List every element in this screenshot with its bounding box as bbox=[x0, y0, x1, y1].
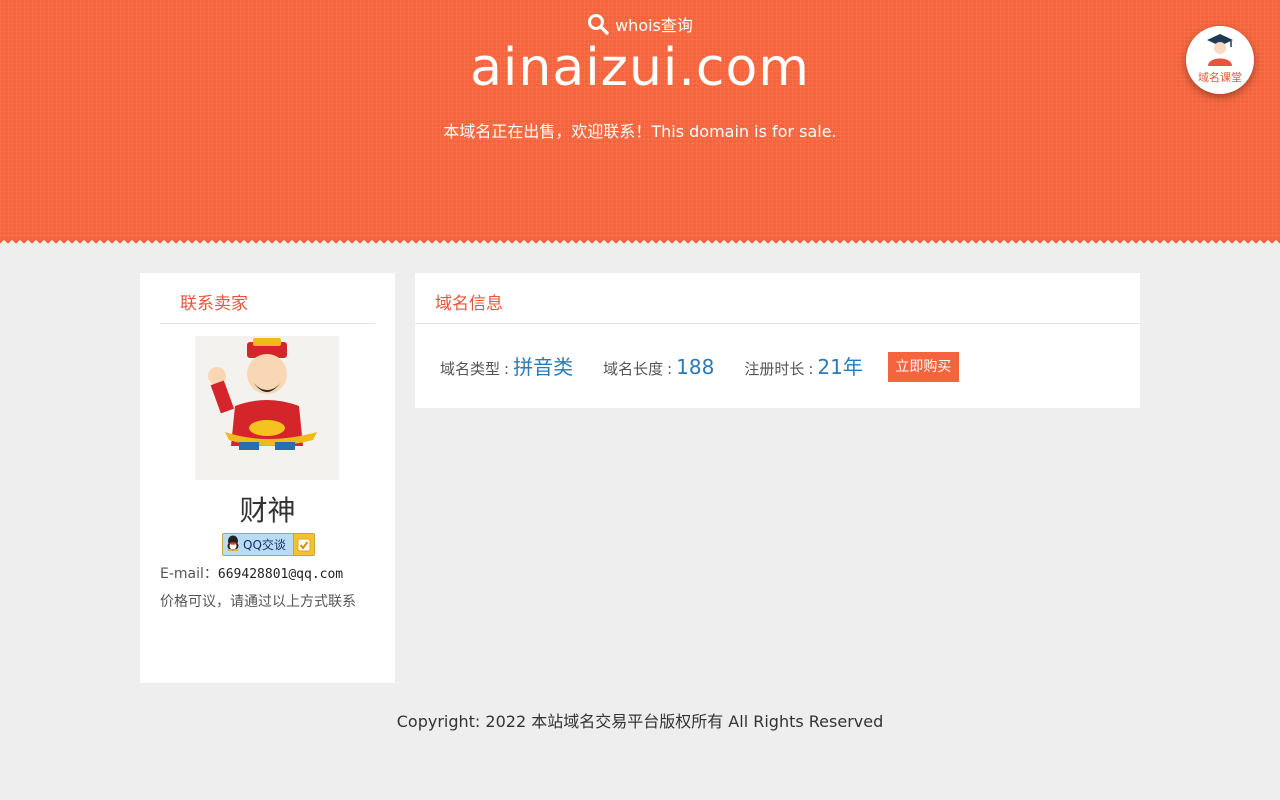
check-icon bbox=[293, 534, 314, 555]
seller-avatar bbox=[195, 336, 339, 480]
whois-label[interactable]: whois查询 bbox=[615, 12, 693, 36]
footer-copyright: Copyright: 2022 本站域名交易平台版权所有 All Rights … bbox=[396, 712, 884, 731]
header-zigzag-edge bbox=[0, 238, 1280, 248]
contact-note: 价格可议，请通过以上方式联系 bbox=[160, 594, 356, 610]
info-item-type: 域名类型 : 拼音类 bbox=[440, 351, 573, 380]
domain-class-label[interactable]: 域名课堂 bbox=[1198, 69, 1242, 85]
info-separator: : bbox=[808, 360, 814, 378]
domain-info-panel: 域名信息 域名类型 : 拼音类 域名长度 : 188 注册时长 : 21年 立即… bbox=[415, 273, 1140, 408]
email-address[interactable]: 669428801@qq.com bbox=[218, 567, 343, 582]
info-value: 188 bbox=[676, 355, 715, 379]
divider bbox=[160, 323, 375, 324]
info-value: 拼音类 bbox=[513, 355, 574, 379]
sale-notice: 本域名正在出售，欢迎联系！This domain is for sale. bbox=[443, 122, 837, 141]
email-label: E-mail： bbox=[160, 566, 218, 582]
info-separator: : bbox=[504, 360, 510, 378]
qq-chat-button[interactable]: QQ交谈 bbox=[222, 533, 315, 556]
search-icon bbox=[587, 13, 609, 35]
domain-title: ainaizui.com bbox=[470, 38, 810, 98]
qq-penguin-icon bbox=[226, 535, 240, 554]
divider bbox=[415, 323, 1140, 324]
whois-link[interactable]: whois查询 bbox=[0, 12, 1280, 36]
seller-panel-title: 联系卖家 bbox=[180, 294, 248, 314]
info-value: 21年 bbox=[817, 355, 863, 379]
info-label: 域名类型 bbox=[440, 360, 501, 378]
domain-info-title: 域名信息 bbox=[435, 294, 503, 314]
email-line: E-mail：669428801@qq.com bbox=[160, 563, 343, 583]
info-label: 注册时长 bbox=[744, 360, 805, 378]
info-label: 域名长度 bbox=[603, 360, 664, 378]
qq-chat-label[interactable]: QQ交谈 bbox=[243, 536, 286, 553]
info-separator: : bbox=[667, 360, 673, 378]
graduate-icon bbox=[1204, 26, 1236, 69]
seller-name: 财神 bbox=[239, 494, 296, 527]
domain-class-button[interactable]: 域名课堂 bbox=[1186, 26, 1254, 94]
info-item-age: 注册时长 : 21年 bbox=[744, 351, 863, 380]
buy-now-button[interactable]: 立即购买 bbox=[887, 352, 959, 382]
seller-panel: 联系卖家 财神 QQ交谈 E-mail：669428801@qq.com 价格可… bbox=[140, 273, 395, 683]
domain-info-row: 域名类型 : 拼音类 域名长度 : 188 注册时长 : 21年 立即购买 bbox=[440, 351, 959, 385]
info-item-length: 域名长度 : 188 bbox=[603, 355, 714, 379]
